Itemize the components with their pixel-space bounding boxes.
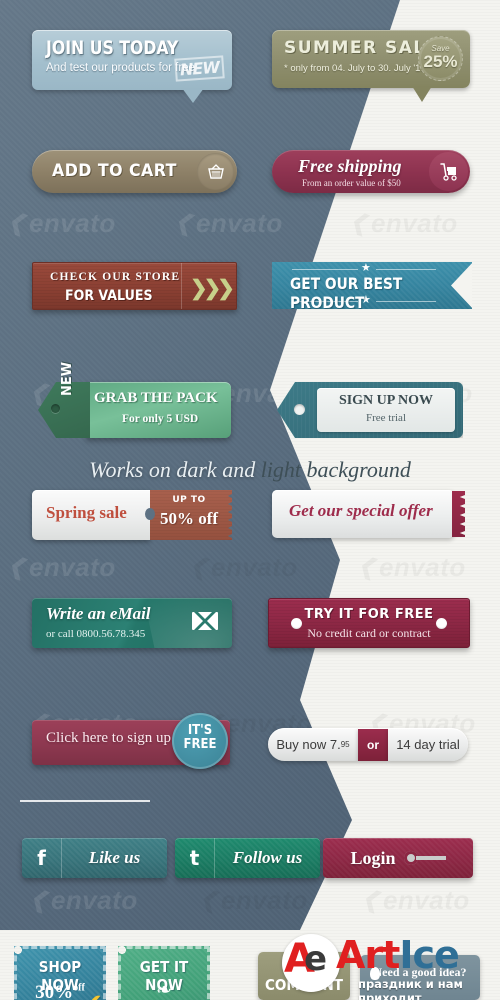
ui-kit-preview: envato envato envato envato envato envat… xyxy=(0,0,500,1000)
facebook-label: Like us xyxy=(88,848,141,867)
sign-up-now-tag[interactable]: SIGN UP NOW Free trial xyxy=(277,382,463,438)
facebook-like-button[interactable]: f Like us xyxy=(22,838,167,878)
good-idea-bubble[interactable]: Need a good idea? xyxy=(360,955,480,1000)
leave-comment-line1: Leave a xyxy=(286,959,322,971)
twitter-icon: t xyxy=(175,838,215,878)
free-shipping-subline: From an order value of $50 xyxy=(302,178,401,188)
coupon-tab xyxy=(452,491,465,537)
or-separator: or xyxy=(358,728,388,761)
join-us-today-banner[interactable]: JOIN US TODAY And test our products for … xyxy=(32,30,232,103)
get-it-now-stamp[interactable]: GET IT NOW ❧ 6 months free xyxy=(118,946,210,1000)
trial-button[interactable]: 14 day trial xyxy=(388,728,468,761)
good-idea-label: Need a good idea? xyxy=(373,965,467,979)
special-offer-label: Get our special offer xyxy=(289,501,433,520)
facebook-glyph: f xyxy=(37,846,46,870)
sign-up-headline: SIGN UP NOW xyxy=(338,393,434,408)
spring-sale-left: Spring sale xyxy=(32,490,150,540)
spring-sale-value: 50% off xyxy=(159,509,219,528)
star-icon: ★ xyxy=(361,262,371,274)
add-to-cart-label: ADD TO CART xyxy=(52,161,177,181)
shop-now-stamp[interactable]: SHOP NOW 30%off ✔ xyxy=(14,946,106,1000)
spring-sale-label: Spring sale xyxy=(46,503,127,522)
write-email-button[interactable]: Write an eMail or call 0800.56.78.345 xyxy=(32,598,232,648)
buy-now-toggle-group[interactable]: Buy now 7. 95 or 14 day trial xyxy=(268,728,468,761)
free-shipping-headline: Free shipping xyxy=(298,156,402,176)
sign-up-inner-panel: SIGN UP NOW Free trial xyxy=(317,388,455,432)
shop-now-percent: 30% xyxy=(35,982,74,1000)
summer-sale-headline: SUMMER SALE xyxy=(284,38,439,58)
save-badge-value: 25% xyxy=(423,52,458,71)
new-badge: NEW xyxy=(174,55,225,82)
ribbon-notch xyxy=(451,262,472,309)
spring-sale-right: UP TO 50% off xyxy=(150,490,232,540)
join-us-headline: JOIN US TODAY xyxy=(46,37,179,59)
login-label: Login xyxy=(350,847,396,868)
save-badge: Save 25% xyxy=(418,36,463,81)
seal-line1: IT'S xyxy=(187,723,213,738)
check-store-line2: FOR VALUES xyxy=(65,288,153,304)
section-divider xyxy=(20,800,150,802)
seal-line2: FREE xyxy=(183,736,217,752)
try-it-free-button[interactable]: TRY IT FOR FREE No credit card or contra… xyxy=(268,598,470,648)
get-best-product-ribbon[interactable]: ★ ★ GET OUR BEST PRODUCT xyxy=(272,262,472,309)
tagline-light-part: light background xyxy=(260,457,411,482)
try-free-headline: TRY IT FOR FREE xyxy=(304,607,434,622)
special-offer-coupon[interactable]: Get our special offer xyxy=(272,490,472,538)
login-button[interactable]: Login xyxy=(323,838,473,878)
twitter-follow-button[interactable]: t Follow us xyxy=(175,838,320,878)
new-tag-label: NEW xyxy=(60,361,75,396)
special-offer-body: Get our special offer xyxy=(272,490,454,538)
spring-sale-coupon[interactable]: Spring sale UP TO 50% off xyxy=(32,490,232,540)
double-chevron-right-icon: ❯❯❯ xyxy=(190,277,235,300)
add-to-cart-button[interactable]: ADD TO CART xyxy=(32,150,237,193)
buy-now-label: Buy now 7. xyxy=(276,737,341,752)
bird-icon: ❧ xyxy=(156,980,172,1000)
join-us-subline: And test our products for free xyxy=(46,62,195,74)
try-free-subline: No credit card or contract xyxy=(307,626,431,640)
twitter-label: Follow us xyxy=(232,848,303,867)
gloss-overlay xyxy=(141,598,232,648)
summer-sale-banner[interactable]: SUMMER SALE * only from 04. July to 30. … xyxy=(272,30,470,102)
click-signup-label: Click here to sign up xyxy=(46,730,171,746)
spring-sale-upto: UP TO xyxy=(172,495,206,505)
delivery-cart-icon xyxy=(429,152,468,191)
twitter-glyph: t xyxy=(189,846,200,870)
leave-comment-bubble[interactable]: Leave a COMMENT xyxy=(258,952,350,1000)
leave-comment-line2: COMMENT xyxy=(265,976,343,994)
coupon-notch xyxy=(145,508,155,520)
check-icon: ✔ xyxy=(81,990,103,1000)
check-store-line1: CHECK OUR STORE xyxy=(50,271,181,283)
tagline-dark-part: Works on dark and xyxy=(89,457,261,482)
write-email-subline: or call 0800.56.78.345 xyxy=(46,628,146,640)
rule xyxy=(376,269,436,270)
sign-up-subline: Free trial xyxy=(365,412,406,424)
grab-pack-body: GRAB THE PACK For only 5 USD xyxy=(86,382,231,438)
its-free-seal: IT'S FREE xyxy=(169,710,231,772)
tagline: Works on dark and light background xyxy=(0,457,500,483)
check-our-store-button[interactable]: CHECK OUR STORE FOR VALUES ❯❯❯ xyxy=(32,262,237,310)
grab-the-pack-tag[interactable]: GRAB THE PACK For only 5 USD NEW xyxy=(38,362,231,438)
tag-hole-icon xyxy=(51,404,60,413)
envelope-icon xyxy=(192,612,218,630)
grab-pack-subline: For only 5 USD xyxy=(122,413,199,425)
tag-hole-icon xyxy=(294,404,305,415)
rule xyxy=(292,269,358,270)
facebook-icon: f xyxy=(22,838,62,878)
grab-pack-headline: GRAB THE PACK xyxy=(94,390,218,406)
free-shipping-button[interactable]: Free shipping From an order value of $50 xyxy=(272,150,470,193)
buy-now-cents: 95 xyxy=(340,740,350,749)
write-email-headline: Write an eMail xyxy=(46,604,151,623)
shopping-basket-icon xyxy=(197,153,234,190)
best-product-label: GET OUR BEST PRODUCT xyxy=(290,274,403,312)
divider xyxy=(181,263,182,309)
summer-sale-subline: * only from 04. July to 30. July '13 xyxy=(284,63,426,74)
key-icon xyxy=(403,851,446,865)
buy-now-button[interactable]: Buy now 7. 95 xyxy=(268,728,358,761)
